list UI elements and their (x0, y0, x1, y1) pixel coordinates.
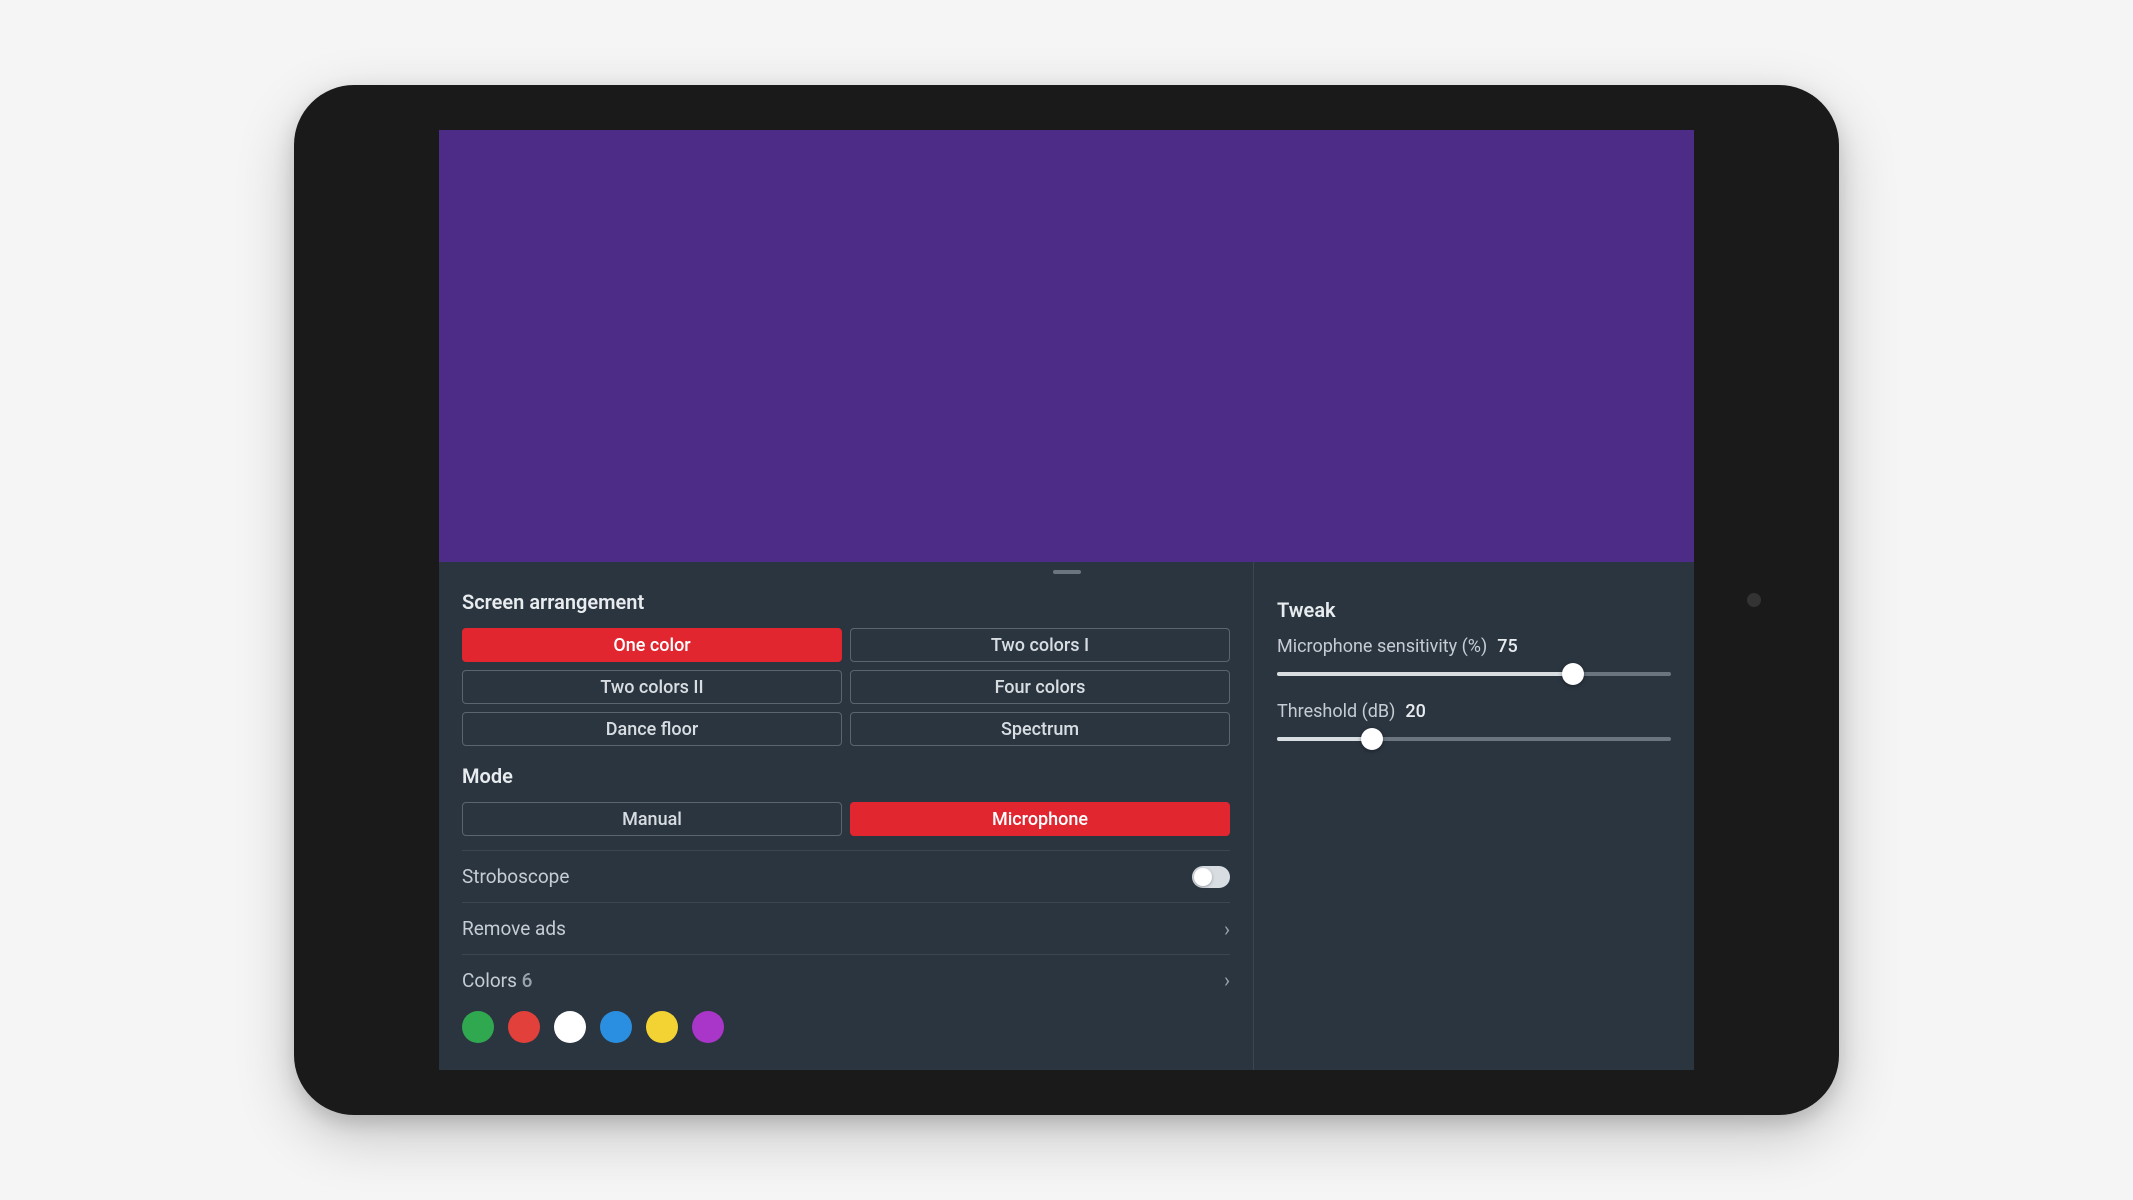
colors-label: Colors (462, 969, 517, 992)
chevron-right-icon: › (1224, 917, 1230, 941)
colors-count: 6 (522, 969, 533, 992)
colors-row[interactable]: Colors 6 › (462, 955, 1230, 1005)
color-swatch[interactable] (462, 1011, 494, 1043)
color-swatch[interactable] (692, 1011, 724, 1043)
stroboscope-label: Stroboscope (462, 865, 569, 888)
stroboscope-toggle[interactable] (1192, 866, 1230, 888)
arrangement-option-button[interactable]: One color (462, 628, 842, 662)
threshold-slider[interactable] (1277, 722, 1671, 756)
settings-panel: Screen arrangement One colorTwo colors I… (439, 562, 1694, 1070)
mode-grid: ManualMicrophone (462, 802, 1230, 836)
color-swatch[interactable] (646, 1011, 678, 1043)
mic-sensitivity-label: Microphone sensitivity (%) 75 (1277, 636, 1671, 657)
arrangement-option-button[interactable]: Dance floor (462, 712, 842, 746)
screen: Screen arrangement One colorTwo colors I… (439, 130, 1694, 1070)
drag-handle[interactable] (1053, 570, 1081, 574)
mode-option-button[interactable]: Manual (462, 802, 842, 836)
threshold-label: Threshold (dB) 20 (1277, 701, 1671, 722)
threshold-value: 20 (1405, 701, 1425, 722)
remove-ads-row[interactable]: Remove ads › (462, 902, 1230, 954)
color-swatch[interactable] (600, 1011, 632, 1043)
color-swatch[interactable] (508, 1011, 540, 1043)
mode-title: Mode (462, 764, 1230, 788)
stroboscope-row[interactable]: Stroboscope (462, 850, 1230, 902)
chevron-right-icon: › (1224, 968, 1230, 992)
mic-sensitivity-value: 75 (1497, 636, 1517, 657)
arrangement-option-button[interactable]: Four colors (850, 670, 1230, 704)
colors-section: Colors 6 › (462, 954, 1230, 1043)
color-preview[interactable] (439, 130, 1694, 562)
right-column: Tweak Microphone sensitivity (%) 75 Thre… (1254, 562, 1694, 1070)
remove-ads-label: Remove ads (462, 917, 566, 940)
tweak-title: Tweak (1277, 598, 1671, 622)
arrangement-option-button[interactable]: Two colors II (462, 670, 842, 704)
color-swatches (462, 1005, 1230, 1043)
left-column: Screen arrangement One colorTwo colors I… (439, 562, 1254, 1070)
mic-sensitivity-slider[interactable] (1277, 657, 1671, 691)
arrangement-option-button[interactable]: Two colors I (850, 628, 1230, 662)
screen-arrangement-title: Screen arrangement (462, 590, 1230, 614)
arrangement-option-button[interactable]: Spectrum (850, 712, 1230, 746)
color-swatch[interactable] (554, 1011, 586, 1043)
tablet-frame: Screen arrangement One colorTwo colors I… (294, 85, 1839, 1115)
mode-option-button[interactable]: Microphone (850, 802, 1230, 836)
screen-arrangement-grid: One colorTwo colors ITwo colors IIFour c… (462, 628, 1230, 746)
